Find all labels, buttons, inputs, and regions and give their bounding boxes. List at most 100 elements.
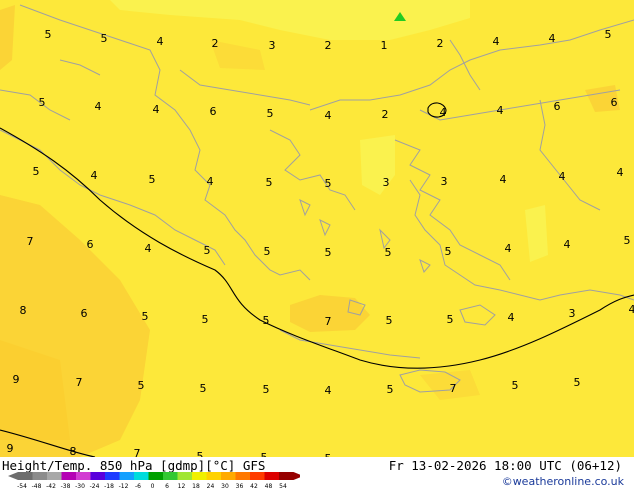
temperature-label: 5 <box>39 96 46 109</box>
temperature-label: 4 <box>629 303 634 316</box>
scale-label: -54 <box>17 483 27 490</box>
scale-swatch <box>62 472 77 480</box>
temperature-label: 6 <box>81 307 88 320</box>
scale-label: 36 <box>236 483 244 490</box>
footer: Height/Temp. 850 hPa [gdmp][°C] GFS Fr 1… <box>0 457 634 490</box>
scale-swatch <box>207 472 222 480</box>
temperature-label: 9 <box>13 373 20 386</box>
temperature-label: 5 <box>512 379 519 392</box>
scale-label: -6 <box>135 483 141 490</box>
temperature-label: 5 <box>447 313 454 326</box>
temperature-label: 5 <box>605 28 612 41</box>
temperature-label: 2 <box>325 39 332 52</box>
temperature-label: 5 <box>266 176 273 189</box>
temperature-label: 4 <box>440 106 447 119</box>
scale-label: 42 <box>250 483 258 490</box>
temperature-label: 5 <box>385 246 392 259</box>
temperature-label: 5 <box>202 313 209 326</box>
scale-swatch <box>105 472 120 480</box>
scale-swatch <box>236 472 251 480</box>
temperature-label: 6 <box>554 100 561 113</box>
temperature-label: 7 <box>450 382 457 395</box>
weather-map: 5542321244554465424466545455334447645555… <box>0 0 634 490</box>
temperature-label: 5 <box>138 379 145 392</box>
temperature-label: 4 <box>207 175 214 188</box>
scale-swatch <box>163 472 178 480</box>
temperature-label: 4 <box>505 242 512 255</box>
temperature-label: 5 <box>574 376 581 389</box>
temperature-label: 4 <box>153 103 160 116</box>
scale-swatch <box>18 472 33 480</box>
scale-swatch <box>265 472 280 480</box>
temperature-label: 5 <box>204 244 211 257</box>
temperature-label: 2 <box>382 108 389 121</box>
temperature-label: 8 <box>20 304 27 317</box>
temperature-label: 5 <box>325 177 332 190</box>
temperature-label: 4 <box>145 242 152 255</box>
temperature-label: 5 <box>149 173 156 186</box>
temperature-label: 6 <box>210 105 217 118</box>
temperature-label: 4 <box>325 109 332 122</box>
color-scale: -54-48-42-38-30-24-18-12-606121824303642… <box>0 471 300 491</box>
temperature-label: 4 <box>493 35 500 48</box>
scale-label: -18 <box>104 483 114 490</box>
scale-label: 48 <box>265 483 273 490</box>
temperature-label: 3 <box>383 176 390 189</box>
temperature-label: 4 <box>91 169 98 182</box>
scale-swatch <box>134 472 149 480</box>
temperature-label: 5 <box>263 314 270 327</box>
scale-swatch <box>120 472 135 480</box>
scale-swatch <box>33 472 48 480</box>
temperature-label: 5 <box>445 245 452 258</box>
scale-label: -30 <box>75 483 85 490</box>
temperature-label: 5 <box>263 383 270 396</box>
temperature-label: 4 <box>95 100 102 113</box>
temperature-label: 4 <box>559 170 566 183</box>
scale-label: 54 <box>279 483 287 490</box>
temperature-label: 4 <box>325 384 332 397</box>
temperature-label: 5 <box>142 310 149 323</box>
scale-swatch <box>192 472 207 480</box>
temperature-label: 5 <box>325 246 332 259</box>
temperature-label: 5 <box>101 32 108 45</box>
scale-swatch <box>250 472 265 480</box>
temperature-label: 7 <box>325 315 332 328</box>
scale-label: 6 <box>165 483 169 490</box>
credit-link[interactable]: ©weatheronline.co.uk <box>502 475 624 488</box>
scale-label: -42 <box>46 483 56 490</box>
scale-label: 0 <box>151 483 155 490</box>
scale-label: 12 <box>178 483 186 490</box>
temperature-label: 4 <box>549 32 556 45</box>
temperature-label: 5 <box>267 107 274 120</box>
scale-arrow-right <box>294 472 301 480</box>
temperature-label: 4 <box>617 166 624 179</box>
temperature-label: 5 <box>387 383 394 396</box>
scale-arrow-left <box>8 472 18 480</box>
temperature-label: 7 <box>76 376 83 389</box>
temperature-label: 3 <box>441 175 448 188</box>
scale-label: -24 <box>90 483 100 490</box>
temperature-label: 4 <box>564 238 571 251</box>
scale-swatch <box>91 472 106 480</box>
temperature-label: 4 <box>508 311 515 324</box>
scale-label: -12 <box>119 483 129 490</box>
scale-label: 24 <box>207 483 215 490</box>
temperature-label: 5 <box>200 382 207 395</box>
temperature-label: 1 <box>381 39 388 52</box>
temperature-label: 3 <box>269 39 276 52</box>
scale-label: -48 <box>32 483 42 490</box>
scale-label: -38 <box>61 483 71 490</box>
temperature-label: 5 <box>264 245 271 258</box>
temperature-label: 5 <box>386 314 393 327</box>
temperature-label: 6 <box>87 238 94 251</box>
temperature-label: 9 <box>7 442 14 455</box>
temperature-label: 5 <box>624 234 631 247</box>
temperature-label: 4 <box>497 104 504 117</box>
temperature-label: 2 <box>212 37 219 50</box>
temperature-label: 4 <box>500 173 507 186</box>
scale-swatch <box>76 472 91 480</box>
valid-time: Fr 13-02-2026 18:00 UTC (06+12) <box>389 458 622 473</box>
scale-swatch <box>178 472 193 480</box>
temperature-label: 4 <box>157 35 164 48</box>
scale-label: 18 <box>192 483 200 490</box>
